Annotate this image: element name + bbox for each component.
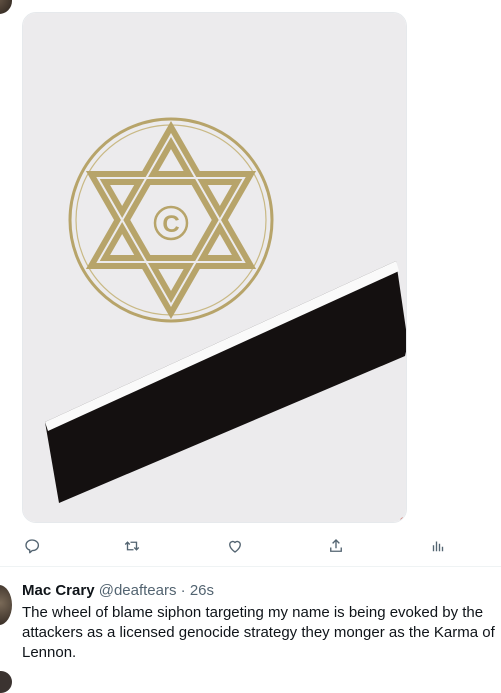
analytics-icon[interactable]: [426, 534, 450, 558]
tweet-media-image[interactable]: C: [22, 12, 407, 523]
next-tweet-avatar[interactable]: [0, 671, 12, 693]
share-icon[interactable]: [324, 534, 348, 558]
reply-icon[interactable]: [20, 534, 44, 558]
tweet[interactable]: Mac Crary @deaftears · 26s The wheel of …: [0, 567, 501, 693]
tweet-header: Mac Crary @deaftears · 26s: [22, 581, 214, 601]
like-icon[interactable]: [223, 534, 247, 558]
author-handle[interactable]: @deaftears: [99, 582, 177, 599]
tweet-action-bar: [0, 530, 501, 562]
avatar[interactable]: [0, 585, 12, 625]
tweet-text: The wheel of blame siphon targeting my n…: [22, 604, 495, 661]
separator-dot: ·: [180, 582, 186, 599]
previous-tweet-avatar[interactable]: [0, 0, 12, 14]
tweet-timestamp[interactable]: 26s: [190, 582, 214, 599]
retweet-icon[interactable]: [120, 534, 144, 558]
author-name[interactable]: Mac Crary: [22, 582, 95, 599]
logo-letter: C: [162, 211, 179, 238]
